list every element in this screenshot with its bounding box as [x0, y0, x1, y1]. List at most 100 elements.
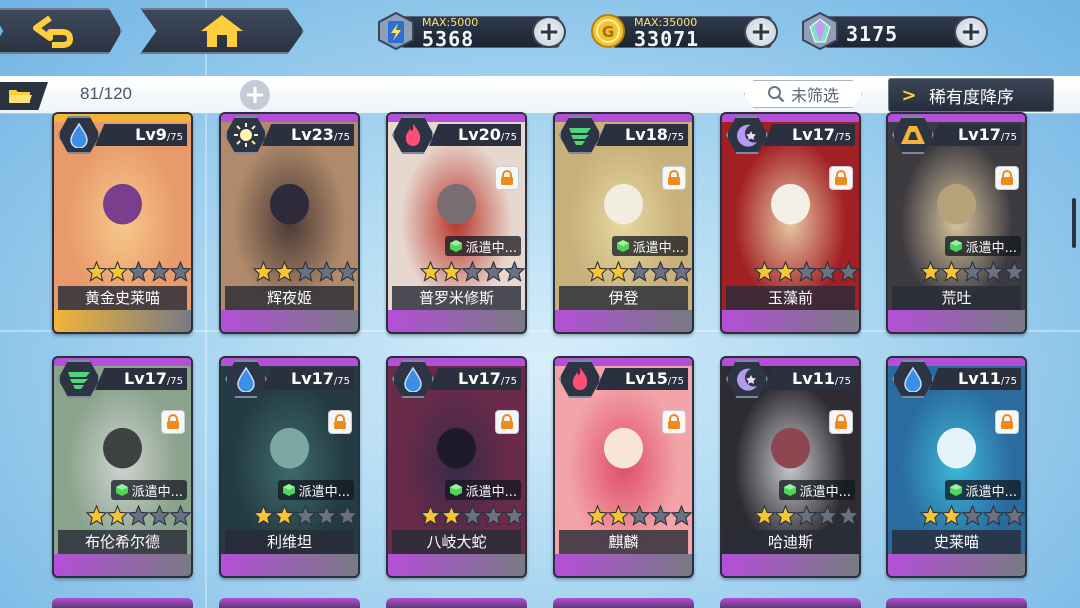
- star-filled-icon: [940, 504, 963, 530]
- rarity-band: [388, 552, 525, 576]
- scrollbar[interactable]: [1072, 198, 1076, 248]
- level-label: Lv20/75: [429, 124, 521, 146]
- dispatch-status: 派遣中...: [110, 480, 187, 500]
- star-filled-icon: [940, 260, 963, 286]
- star-empty-icon: [837, 260, 859, 286]
- star-filled-icon: [106, 504, 129, 530]
- sort-button[interactable]: > 稀有度降序: [888, 78, 1054, 112]
- lock-icon[interactable]: [662, 166, 686, 190]
- star-empty-icon: [482, 504, 505, 530]
- character-card[interactable]: Lv18/75 派遣中... 伊登: [553, 112, 694, 334]
- star-empty-icon: [294, 260, 317, 286]
- character-card-partial[interactable]: [386, 598, 527, 608]
- back-arrow-icon: [33, 15, 73, 48]
- star-empty-icon: [336, 260, 358, 286]
- character-card-partial[interactable]: [219, 598, 360, 608]
- energy-add-button[interactable]: +: [532, 16, 566, 48]
- dispatch-cube-icon: [449, 240, 462, 252]
- star-empty-icon: [461, 504, 484, 530]
- level-max: /75: [667, 132, 684, 143]
- character-card[interactable]: Lv17/75 玉藻前: [720, 112, 861, 334]
- star-empty-icon: [503, 504, 525, 530]
- filter-button[interactable]: 未筛选: [744, 80, 862, 108]
- lock-icon[interactable]: [662, 410, 686, 434]
- character-card[interactable]: Lv11/75 派遣中... 史莱喵: [886, 356, 1027, 578]
- lock-icon[interactable]: [829, 410, 853, 434]
- character-card[interactable]: Lv17/75 派遣中... 利维坦: [219, 356, 360, 578]
- level-label: Lv23/75: [262, 124, 354, 146]
- character-card[interactable]: Lv17/75 派遣中... 荒吐: [886, 112, 1027, 334]
- star-rating: [85, 504, 191, 530]
- lock-icon[interactable]: [495, 166, 519, 190]
- expand-slots-button[interactable]: +: [240, 80, 270, 110]
- level-max: /75: [1000, 132, 1017, 143]
- star-rating: [419, 260, 525, 286]
- dispatch-status: 派遣中...: [444, 480, 521, 500]
- energy-value: 5368: [422, 27, 475, 51]
- star-empty-icon: [336, 504, 358, 530]
- character-card[interactable]: Lv15/75 麒麟: [553, 356, 694, 578]
- star-empty-icon: [148, 260, 171, 286]
- home-button[interactable]: [140, 8, 304, 54]
- level-label: Lv11/75: [929, 368, 1021, 390]
- dispatch-status: 派遣中...: [277, 480, 354, 500]
- star-empty-icon: [961, 504, 984, 530]
- character-card[interactable]: Lv20/75 派遣中... 普罗米修斯: [386, 112, 527, 334]
- star-rating: [919, 504, 1025, 530]
- crystal-gem-icon: [800, 12, 840, 50]
- character-card-partial[interactable]: [52, 598, 193, 608]
- character-card[interactable]: Lv17/75 派遣中... 八岐大蛇: [386, 356, 527, 578]
- lock-icon[interactable]: [995, 410, 1019, 434]
- dispatch-label: 派遣中...: [298, 484, 350, 500]
- coin-add-button[interactable]: +: [744, 16, 778, 48]
- star-rating: [85, 260, 191, 286]
- coin-value: 33071: [634, 27, 700, 51]
- level-label: Lv9/75: [95, 124, 187, 146]
- crystal-add-button[interactable]: +: [954, 16, 988, 48]
- level-label: Lv17/75: [95, 368, 187, 390]
- dispatch-cube-icon: [449, 484, 462, 496]
- star-filled-icon: [85, 504, 108, 530]
- star-filled-icon: [273, 504, 296, 530]
- star-filled-icon: [586, 260, 609, 286]
- home-icon: [201, 15, 243, 47]
- character-name: 玉藻前: [726, 286, 855, 310]
- svg-text:G: G: [602, 23, 614, 41]
- level-max: /75: [834, 132, 851, 143]
- level-max: /75: [500, 132, 517, 143]
- character-card[interactable]: Lv17/75 派遣中... 布伦希尔德: [52, 356, 193, 578]
- character-card-partial[interactable]: [553, 598, 694, 608]
- search-icon: [767, 86, 785, 103]
- character-name: 布伦希尔德: [58, 530, 187, 554]
- level-label: Lv17/75: [429, 368, 521, 390]
- character-card[interactable]: Lv11/75 派遣中... 哈迪斯: [720, 356, 861, 578]
- lock-icon[interactable]: [829, 166, 853, 190]
- dispatch-cube-icon: [282, 484, 295, 496]
- gold-coin-icon: G: [588, 12, 628, 50]
- character-name: 普罗米修斯: [392, 286, 521, 310]
- lock-icon[interactable]: [995, 166, 1019, 190]
- rarity-band: [555, 552, 692, 576]
- character-card[interactable]: Lv9/75 黄金史莱喵: [52, 112, 193, 334]
- lock-icon[interactable]: [495, 410, 519, 434]
- star-filled-icon: [106, 260, 129, 286]
- lock-icon[interactable]: [328, 410, 352, 434]
- character-card[interactable]: Lv23/75 辉夜姬: [219, 112, 360, 334]
- star-filled-icon: [607, 504, 630, 530]
- lock-icon[interactable]: [161, 410, 185, 434]
- dispatch-cube-icon: [949, 240, 962, 252]
- star-filled-icon: [440, 260, 463, 286]
- level-value: Lv17: [124, 369, 167, 388]
- rarity-band: [555, 308, 692, 332]
- level-value: Lv18: [625, 125, 668, 144]
- rarity-band: [221, 552, 358, 576]
- dispatch-status: 派遣中...: [944, 236, 1021, 256]
- level-label: Lv17/75: [763, 124, 855, 146]
- character-card-partial[interactable]: [720, 598, 861, 608]
- back-button[interactable]: [0, 8, 122, 54]
- dispatch-cube-icon: [115, 484, 128, 496]
- dispatch-label: 派遣中...: [799, 484, 851, 500]
- character-card-partial[interactable]: [886, 598, 1027, 608]
- rarity-band: [388, 308, 525, 332]
- dispatch-status: 派遣中...: [611, 236, 688, 256]
